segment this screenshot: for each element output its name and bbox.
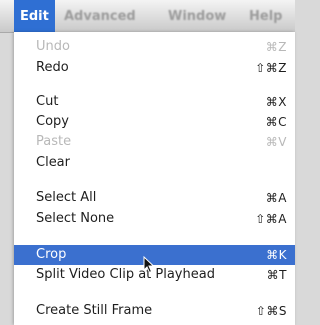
menu-edit[interactable]: Edit — [14, 0, 55, 32]
menu-item-label: Undo — [36, 39, 70, 54]
menu-separator — [14, 234, 295, 235]
menu-item-shortcut: ⌘T — [266, 268, 287, 282]
menu-item-select-none[interactable]: Select None ⇧⌘A — [14, 209, 295, 229]
menu-item-label: Cut — [36, 94, 59, 109]
menu-item-label: Paste — [36, 134, 72, 149]
menu-item-shortcut: ⌘X — [265, 95, 287, 109]
menu-item-shortcut: ⌘V — [265, 135, 287, 149]
menu-bar: Edit Advanced Window Help — [0, 0, 295, 33]
menu-item-label: Clear — [36, 155, 70, 170]
menu-item-shortcut: ⌘K — [266, 248, 287, 262]
mouse-pointer-icon — [143, 256, 155, 274]
menu-item-shortcut: ⇧⌘A — [255, 212, 287, 226]
menu-item-redo[interactable]: Redo ⇧⌘Z — [14, 58, 295, 78]
menu-help[interactable]: Help — [249, 0, 282, 32]
menu-item-shortcut: ⌘A — [265, 191, 287, 205]
menu-item-label: Crop — [36, 247, 67, 262]
menu-item-undo[interactable]: Undo ⌘Z — [14, 37, 295, 57]
menu-item-label: Select None — [36, 211, 115, 226]
menu-separator — [14, 82, 295, 83]
menu-item-shortcut: ⌘Z — [265, 40, 287, 54]
menu-item-label: Create Still Frame — [36, 303, 153, 318]
menu-item-cut[interactable]: Cut ⌘X — [14, 92, 295, 112]
menu-advanced[interactable]: Advanced — [64, 0, 136, 32]
menu-item-label: Split Video Clip at Playhead — [36, 267, 215, 282]
menu-item-shortcut: ⇧⌘Z — [255, 61, 287, 75]
menu-item-clear[interactable]: Clear — [14, 153, 295, 173]
menu-item-shortcut: ⇧⌘S — [255, 304, 287, 318]
menu-item-select-all[interactable]: Select All ⌘A — [14, 188, 295, 208]
menu-item-label: Redo — [36, 60, 69, 75]
menu-item-label: Select All — [36, 190, 97, 205]
edit-menu-dropdown: Undo ⌘Z Redo ⇧⌘Z Cut ⌘X Copy ⌘C Paste ⌘V… — [14, 32, 295, 325]
menu-item-copy[interactable]: Copy ⌘C — [14, 112, 295, 132]
menu-separator — [14, 178, 295, 179]
menu-item-paste[interactable]: Paste ⌘V — [14, 132, 295, 152]
menu-separator — [14, 291, 295, 292]
menu-item-shortcut: ⌘C — [265, 115, 287, 129]
menu-item-label: Copy — [36, 114, 69, 129]
menu-window[interactable]: Window — [168, 0, 226, 32]
menu-item-create-still-frame[interactable]: Create Still Frame ⇧⌘S — [14, 301, 295, 321]
